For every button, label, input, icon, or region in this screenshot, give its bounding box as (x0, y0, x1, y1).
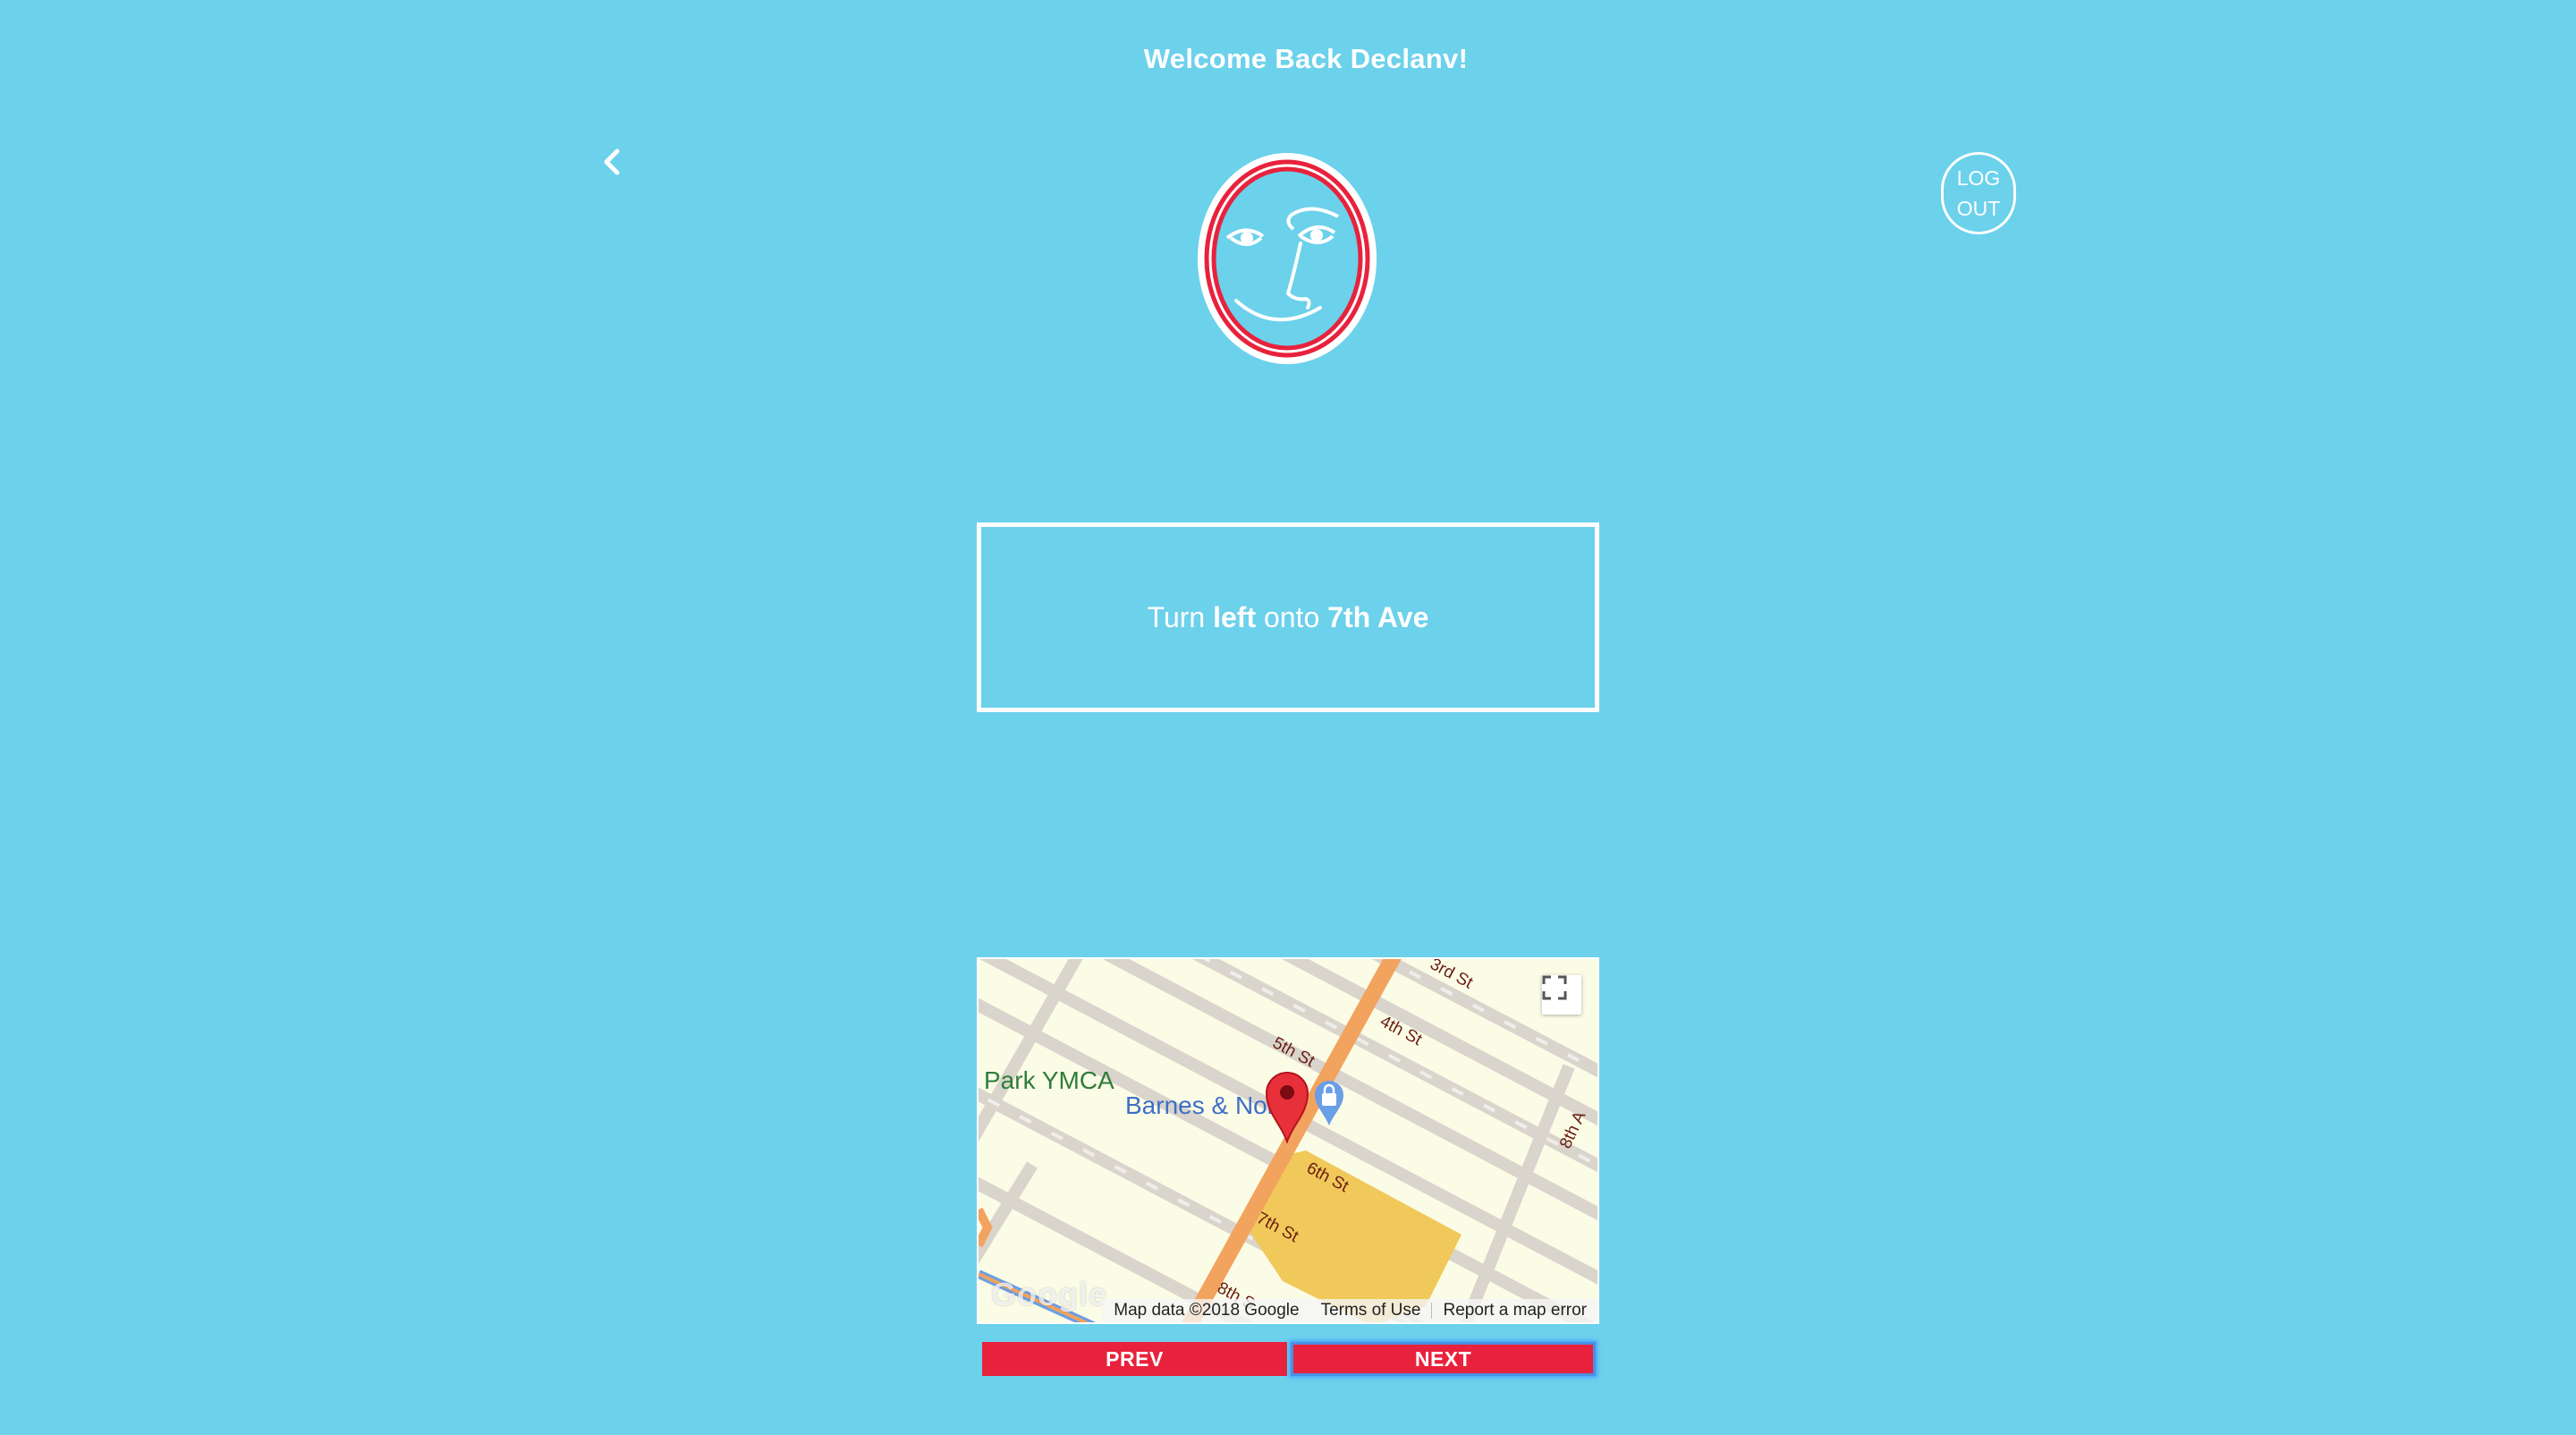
next-button[interactable]: NEXT (1291, 1342, 1596, 1376)
map-attribution-bar: Map data ©2018 Google Terms of Use Repor… (1103, 1299, 1597, 1322)
poi-barnes-noble[interactable]: Barnes & Nob (1125, 1091, 1281, 1120)
step-navigation: PREV NEXT (982, 1342, 1596, 1376)
route-map[interactable]: 3rd St 4th St 5th St 6th St 7th St 8th S… (977, 957, 1599, 1324)
instruction-connector: onto (1264, 600, 1320, 633)
instruction-street: 7th Ave (1327, 600, 1429, 633)
app-page: Welcome Back Declanv! LOG OUT Turn left … (0, 0, 2576, 1435)
instruction-prefix: Turn (1147, 600, 1206, 633)
google-logo[interactable]: Google (991, 1276, 1107, 1313)
poi-park-ymca[interactable]: Park YMCA (984, 1066, 1114, 1095)
logout-label-line2: OUT (1956, 197, 2001, 220)
prev-button[interactable]: PREV (982, 1342, 1287, 1376)
back-button[interactable] (593, 143, 631, 181)
chevron-left-icon (604, 149, 620, 175)
instruction-text: Turn left onto 7th Ave (1148, 601, 1429, 634)
report-map-error-link[interactable]: Report a map error (1432, 1301, 1597, 1320)
face-logo-icon (1198, 153, 1377, 364)
map-data-attribution: Map data ©2018 Google (1114, 1301, 1300, 1320)
logout-label-line1: LOG (1956, 166, 2001, 190)
map-pin-icon[interactable] (1263, 1068, 1311, 1143)
terms-of-use-link[interactable]: Terms of Use (1310, 1301, 1432, 1320)
direction-instruction-box: Turn left onto 7th Ave (977, 522, 1599, 712)
logout-button[interactable]: LOG OUT (1941, 152, 2016, 234)
fullscreen-icon (1542, 975, 1567, 1000)
instruction-direction: left (1213, 600, 1257, 633)
shopping-bag-icon[interactable] (1311, 1077, 1347, 1127)
welcome-title: Welcome Back Declanv! (1143, 43, 1469, 74)
fullscreen-button[interactable] (1542, 975, 1581, 1015)
